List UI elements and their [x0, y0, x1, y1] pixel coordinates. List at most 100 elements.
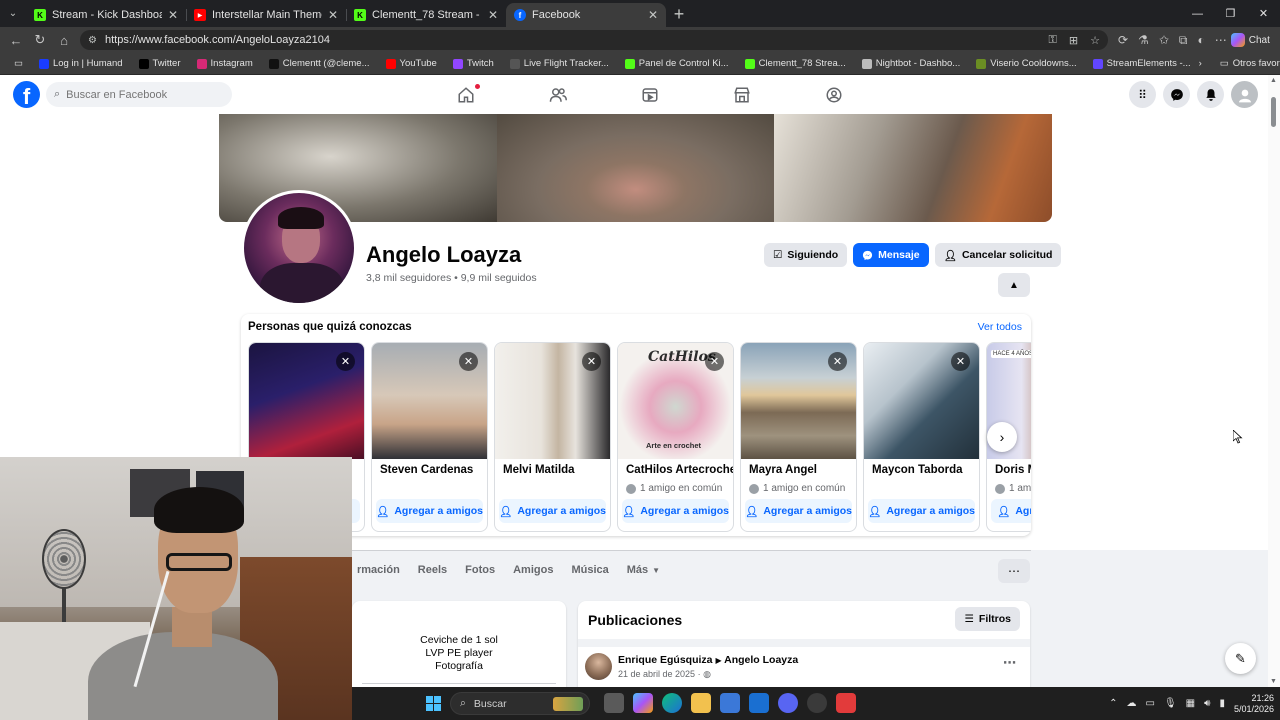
- obs-icon[interactable]: [807, 693, 827, 713]
- home-icon[interactable]: ⌂: [52, 28, 76, 52]
- person-name[interactable]: Doris M: [995, 464, 1031, 476]
- more-menu-icon[interactable]: ⋯: [1215, 33, 1227, 47]
- nav-video[interactable]: [604, 75, 696, 114]
- other-bookmarks-folder[interactable]: ▭Otros favoritos: [1212, 58, 1280, 69]
- clock[interactable]: 21:26 5/01/2026: [1234, 693, 1274, 715]
- bookmark[interactable]: YouTube: [378, 58, 445, 69]
- following-button[interactable]: ☑ Siguiendo: [764, 243, 848, 267]
- chevron-right-icon[interactable]: ›: [1199, 58, 1202, 69]
- tab-reels[interactable]: Reels: [409, 562, 456, 578]
- messenger-icon[interactable]: [1163, 81, 1190, 108]
- network-icon[interactable]: ▦: [1186, 698, 1195, 709]
- nav-home[interactable]: [420, 75, 512, 114]
- search-input[interactable]: [66, 88, 217, 101]
- person-card[interactable]: ✕ Melvi Matilda 👤︎ Agregar a amigos: [494, 342, 611, 532]
- bookmark[interactable]: Twitter: [131, 58, 189, 69]
- tab-friends[interactable]: Amigos: [504, 562, 562, 578]
- bell-icon[interactable]: [1197, 81, 1224, 108]
- add-friend-button[interactable]: 👤︎ Agregar a amigos: [499, 499, 606, 523]
- facebook-search[interactable]: ⌕: [46, 82, 232, 107]
- discord-icon[interactable]: [778, 693, 798, 713]
- close-tab-icon[interactable]: ✕: [648, 8, 658, 22]
- install-app-icon[interactable]: ⊞: [1069, 34, 1078, 47]
- edge-icon[interactable]: [662, 693, 682, 713]
- outlook-icon[interactable]: [749, 693, 769, 713]
- person-name[interactable]: Maycon Taborda: [872, 464, 963, 476]
- restore-icon[interactable]: ❐: [1214, 0, 1247, 27]
- file-explorer-icon[interactable]: [691, 693, 711, 713]
- more-options-button[interactable]: ⋯: [998, 559, 1030, 583]
- bookmarks-toggle-icon[interactable]: ▭: [6, 58, 31, 69]
- profile-follow-stats[interactable]: 3,8 mil seguidores • 9,9 mil seguidos: [366, 272, 537, 284]
- profile-picture[interactable]: [241, 190, 357, 306]
- person-name[interactable]: Mayra Angel: [749, 464, 817, 476]
- bookmark[interactable]: Twitch: [445, 58, 502, 69]
- copilot-icon[interactable]: [633, 693, 653, 713]
- bookmark[interactable]: Log in | Humand: [31, 58, 131, 69]
- nav-groups[interactable]: [788, 75, 880, 114]
- person-name[interactable]: Steven Cardenas: [380, 464, 473, 476]
- battery-icon[interactable]: ▮: [1219, 698, 1225, 709]
- extension-icon[interactable]: ⚗: [1138, 33, 1149, 47]
- person-card[interactable]: ✕ Maycon Taborda 👤︎ Agregar a amigos: [863, 342, 980, 532]
- menu-grid-icon[interactable]: ⠿: [1129, 81, 1156, 108]
- see-all-link[interactable]: Ver todos: [978, 321, 1022, 333]
- account-avatar[interactable]: [1231, 81, 1258, 108]
- message-button[interactable]: Mensaje: [853, 243, 929, 267]
- tab-search-chevron-icon[interactable]: ⌄: [0, 0, 26, 27]
- facebook-logo-icon[interactable]: f: [13, 81, 40, 108]
- minimize-icon[interactable]: —: [1181, 0, 1214, 27]
- post-author-avatar[interactable]: [585, 653, 612, 680]
- copilot-chat-button[interactable]: Chat: [1230, 33, 1270, 47]
- close-tab-icon[interactable]: ✕: [488, 8, 498, 22]
- mutual-friends[interactable]: 1 amigo en común: [749, 483, 845, 494]
- dismiss-icon[interactable]: ✕: [828, 352, 847, 371]
- tab-photos[interactable]: Fotos: [456, 562, 504, 578]
- scroll-up-icon[interactable]: ▲: [1270, 77, 1277, 84]
- page-scrollbar[interactable]: ▲ ▼: [1268, 75, 1280, 687]
- close-window-icon[interactable]: ✕: [1247, 0, 1280, 27]
- browser-tab[interactable]: K Clementt_78 Stream - Watch Live o ✕: [346, 3, 506, 27]
- add-friend-button[interactable]: 👤︎ Agregar a amigos: [868, 499, 975, 523]
- nav-friends[interactable]: [512, 75, 604, 114]
- dismiss-icon[interactable]: ✕: [951, 352, 970, 371]
- bookmark[interactable]: Nightbot - Dashbo...: [854, 58, 969, 69]
- new-message-icon[interactable]: ✎: [1225, 643, 1256, 674]
- person-name[interactable]: CatHilos Artecroche: [626, 464, 733, 476]
- nav-marketplace[interactable]: [696, 75, 788, 114]
- cancel-request-button[interactable]: 👤︎ Cancelar solicitud: [934, 243, 1062, 267]
- microphone-icon[interactable]: 🎙︎: [1164, 698, 1177, 709]
- bookmark[interactable]: Panel de Control Ki...: [617, 58, 737, 69]
- person-name[interactable]: Melvi Matilda: [503, 464, 575, 476]
- site-info-icon[interactable]: ⚙: [88, 35, 97, 46]
- person-card[interactable]: CatHilos Arte en crochet ✕ CatHilos Arte…: [617, 342, 734, 532]
- close-tab-icon[interactable]: ✕: [328, 8, 338, 22]
- reload-icon[interactable]: ↻: [28, 28, 52, 52]
- tab-more[interactable]: Más ▼: [618, 562, 669, 578]
- post-target-name[interactable]: Angelo Loayza: [724, 654, 798, 666]
- browser-tab-active[interactable]: f Facebook ✕: [506, 3, 666, 27]
- bookmark[interactable]: Viserio Cooldowns...: [968, 58, 1084, 69]
- mutual-friends[interactable]: 1 ami: [995, 483, 1031, 494]
- add-friend-button[interactable]: 👤︎ Agregar a amigos: [622, 499, 729, 523]
- bookmark[interactable]: Live Flight Tracker...: [502, 58, 617, 69]
- bookmark[interactable]: Clementt_78 Strea...: [737, 58, 854, 69]
- taskbar-search[interactable]: ⌕ Buscar: [450, 692, 590, 715]
- post-author-name[interactable]: Enrique Egúsquiza: [618, 654, 713, 666]
- favorites-icon[interactable]: ✩: [1159, 33, 1169, 47]
- collections-icon[interactable]: ⧉: [1179, 33, 1188, 48]
- collapse-chevron-up-icon[interactable]: ▲: [998, 273, 1030, 297]
- chevron-right-icon[interactable]: ›: [987, 422, 1017, 452]
- person-card[interactable]: ✕ Mayra Angel 1 amigo en común 👤︎ Agregar…: [740, 342, 857, 532]
- dismiss-icon[interactable]: ✕: [336, 352, 355, 371]
- scrollbar-thumb[interactable]: [1271, 97, 1276, 127]
- add-friend-button[interactable]: 👤︎ Agregar a amigos: [376, 499, 483, 523]
- show-hidden-icons-icon[interactable]: ⌃: [1109, 698, 1117, 709]
- new-tab-button[interactable]: +: [666, 3, 692, 27]
- post-date[interactable]: 21 de abril de 2025: [618, 669, 695, 679]
- filters-button[interactable]: ☰ Filtros: [955, 607, 1020, 631]
- onedrive-icon[interactable]: ☁: [1127, 698, 1137, 709]
- key-icon[interactable]: ⚿: [1049, 34, 1057, 47]
- bookmark[interactable]: Instagram: [189, 58, 261, 69]
- url-input[interactable]: ⚙ https://www.facebook.com/AngeloLoayza2…: [80, 30, 1108, 50]
